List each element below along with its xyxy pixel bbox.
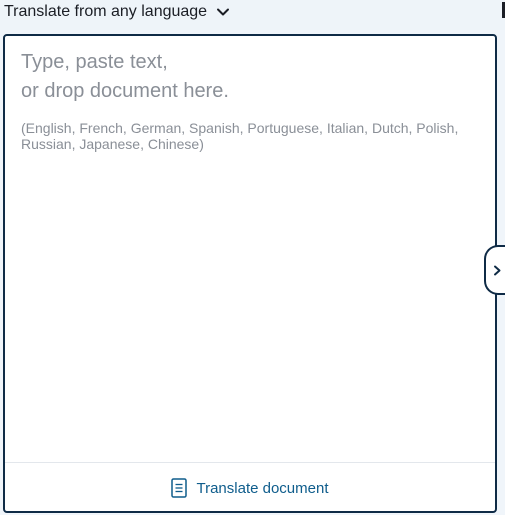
document-icon	[171, 478, 188, 498]
editor-placeholder: Type, paste text, or drop document here.	[21, 51, 229, 102]
panel-toggle-button[interactable]	[484, 245, 505, 295]
translate-document-label: Translate document	[196, 479, 329, 497]
editor-footer: Translate document	[5, 462, 495, 511]
source-language-label: Translate from any language	[4, 3, 208, 20]
translator-page: Translate from any language Type, paste …	[0, 0, 505, 515]
source-text-editor[interactable]: Type, paste text, or drop document here.…	[3, 34, 497, 513]
supported-languages-hint: (English, French, German, Spanish, Portu…	[21, 120, 459, 152]
translate-document-button[interactable]: Translate document	[171, 478, 329, 498]
source-language-bar: Translate from any language	[0, 0, 505, 30]
chevron-down-icon	[216, 5, 230, 19]
chevron-right-icon	[494, 265, 501, 275]
source-language-selector[interactable]: Translate from any language	[4, 1, 230, 23]
